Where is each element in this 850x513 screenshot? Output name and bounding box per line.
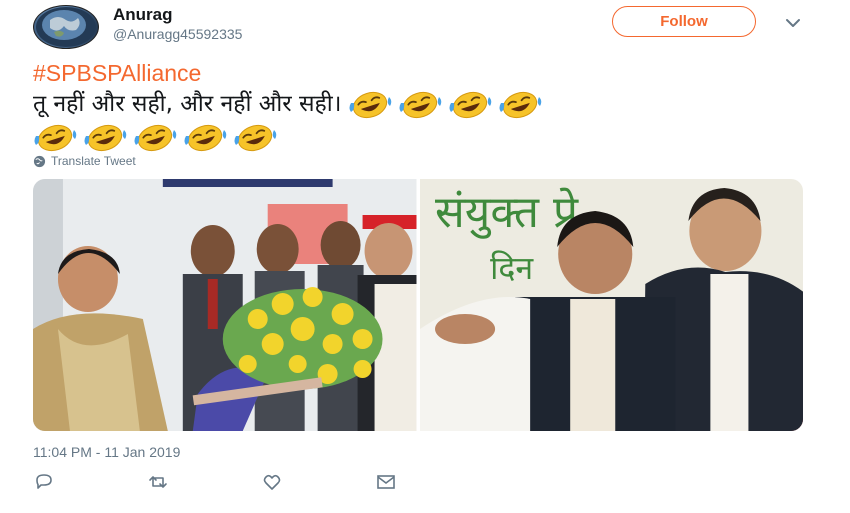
tears-of-joy-emoji-icon [399,91,442,118]
tweet-actions [33,471,489,493]
tweet-timestamp[interactable]: 11:04 PM - 11 Jan 2019 [33,444,180,460]
tears-of-joy-emoji-icon [84,124,127,151]
tweet-body: तू नहीं और सही, और नहीं और सही। [33,91,342,117]
tweet-media: संयुक्त प्रे दिन [33,179,803,431]
chevron-down-icon[interactable] [782,12,804,34]
heart-icon[interactable] [261,471,283,493]
photo-right[interactable]: संयुक्त प्रे दिन [419,179,803,431]
tweet-text: #SPBSPAlliance तू नहीं और सही, और नहीं औ… [33,58,793,152]
photo-left[interactable] [33,179,417,431]
avatar[interactable] [33,5,99,49]
tears-of-joy-emoji-icon [449,91,492,118]
svg-text:दिन: दिन [490,249,534,287]
tears-of-joy-emoji-icon [234,124,277,151]
display-name[interactable]: Anurag [113,5,173,25]
user-handle[interactable]: @Anuragg45592335 [113,26,242,42]
translate-tweet-link[interactable]: Translate Tweet [33,154,136,168]
tears-of-joy-emoji-icon [34,124,77,151]
tears-of-joy-emoji-icon [134,124,177,151]
tears-of-joy-emoji-icon [499,91,542,118]
svg-text:संयुक्त प्रे: संयुक्त प्रे [435,187,579,239]
envelope-icon[interactable] [375,471,397,493]
follow-button[interactable]: Follow [612,6,756,37]
tears-of-joy-emoji-icon [184,124,227,151]
globe-icon [33,155,46,167]
hashtag-link[interactable]: #SPBSPAlliance [33,58,793,88]
earth-image [36,7,96,47]
retweet-icon[interactable] [147,471,169,493]
translate-label: Translate Tweet [51,154,136,168]
tears-of-joy-emoji-icon [349,91,392,118]
reply-icon[interactable] [33,471,55,493]
